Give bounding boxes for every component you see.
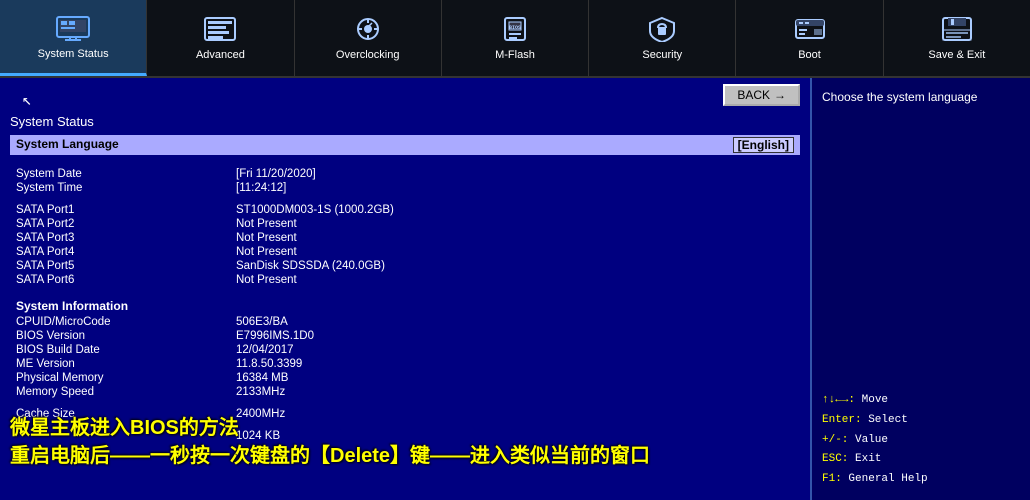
key-move: ↑↓←→: Move — [822, 391, 1020, 411]
language-label: System Language — [16, 137, 733, 153]
sata6-row: SATA Port6 Not Present — [10, 273, 800, 287]
nav-item-save-exit[interactable]: Save & Exit — [884, 0, 1030, 76]
nav-label-m-flash: M-Flash — [495, 49, 535, 61]
key-enter: Enter: Select — [822, 411, 1020, 431]
save-exit-icon — [939, 15, 975, 43]
sata1-row: SATA Port1 ST1000DM003-1S (1000.2GB) — [10, 203, 800, 217]
system-status-icon — [55, 14, 91, 42]
boot-icon — [792, 15, 828, 43]
cpuid-row: CPUID/MicroCode 506E3/BA — [10, 315, 800, 329]
sata2-row: SATA Port2 Not Present — [10, 217, 800, 231]
system-date-label: System Date — [16, 168, 236, 180]
key-help: ↑↓←→: Move Enter: Select +/-: Value ESC:… — [822, 391, 1020, 490]
nav-item-boot[interactable]: Boot — [736, 0, 883, 76]
right-panel: Choose the system language ↑↓←→: Move En… — [810, 78, 1030, 500]
key-esc: ESC: Exit — [822, 450, 1020, 470]
m-flash-icon: BIOS — [497, 15, 533, 43]
cursor-arrow: ↖ — [22, 90, 32, 110]
key-value: +/-: Value — [822, 431, 1020, 451]
sata4-row: SATA Port4 Not Present — [10, 245, 800, 259]
sata5-row: SATA Port5 SanDisk SDSSDA (240.0GB) — [10, 259, 800, 273]
language-value: [English] — [733, 137, 794, 153]
top-nav: System Status Advanced — [0, 0, 1030, 78]
nav-item-m-flash[interactable]: BIOS M-Flash — [442, 0, 589, 76]
key-f1: F1: General Help — [822, 470, 1020, 490]
system-time-row: System Time [11:24:12] — [10, 181, 800, 195]
back-button[interactable]: BACK → — [723, 84, 800, 106]
help-text: Choose the system language — [822, 88, 1020, 107]
nav-label-advanced: Advanced — [196, 49, 245, 61]
overlay-line1: 微星主板进入BIOS的方法 — [10, 414, 650, 442]
security-icon — [644, 15, 680, 43]
language-row[interactable]: System Language [English] — [10, 135, 800, 155]
nav-label-system-status: System Status — [38, 48, 109, 60]
nav-label-boot: Boot — [798, 49, 821, 61]
nav-label-overclocking: Overclocking — [336, 49, 400, 61]
system-date-value: [Fri 11/20/2020] — [236, 168, 316, 180]
overlay-line2: 重启电脑后——一秒按一次键盘的【Delete】键——进入类似当前的窗口 — [10, 442, 650, 470]
panel-title: System Status — [0, 112, 810, 135]
nav-item-system-status[interactable]: System Status — [0, 0, 147, 76]
svg-text:BIOS: BIOS — [509, 25, 521, 31]
panel-header: BACK → — [0, 78, 810, 112]
physical-memory-row: Physical Memory 16384 MB — [10, 371, 800, 385]
system-time-label: System Time — [16, 182, 236, 194]
overlay-text: 微星主板进入BIOS的方法 重启电脑后——一秒按一次键盘的【Delete】键——… — [10, 414, 650, 470]
bios-build-row: BIOS Build Date 12/04/2017 — [10, 343, 800, 357]
advanced-icon — [202, 15, 238, 43]
bios-version-row: BIOS Version E7996IMS.1D0 — [10, 329, 800, 343]
memory-speed-row: Memory Speed 2133MHz — [10, 385, 800, 399]
sys-info-header: System Information — [10, 295, 800, 315]
nav-item-advanced[interactable]: Advanced — [147, 0, 294, 76]
system-date-row: System Date [Fri 11/20/2020] — [10, 167, 800, 181]
system-time-value: [11:24:12] — [236, 182, 286, 194]
nav-label-security: Security — [642, 49, 682, 61]
sata3-row: SATA Port3 Not Present — [10, 231, 800, 245]
overclocking-icon — [350, 15, 386, 43]
nav-item-overclocking[interactable]: Overclocking — [295, 0, 442, 76]
nav-item-security[interactable]: Security — [589, 0, 736, 76]
nav-label-save-exit: Save & Exit — [928, 49, 985, 61]
me-version-row: ME Version 11.8.50.3399 — [10, 357, 800, 371]
